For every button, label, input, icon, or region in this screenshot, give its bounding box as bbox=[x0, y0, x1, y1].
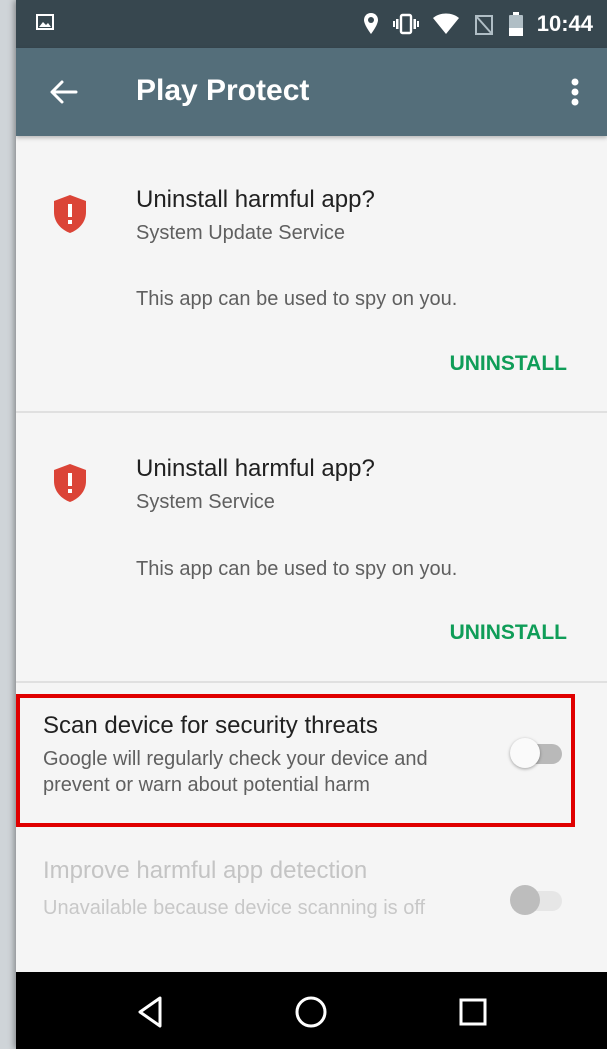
improve-toggle bbox=[510, 885, 564, 915]
more-vert-icon[interactable] bbox=[567, 74, 583, 110]
card-title: Uninstall harmful app? bbox=[136, 186, 375, 213]
nav-recents-icon[interactable] bbox=[453, 992, 493, 1032]
card-app-name: System Service bbox=[136, 491, 275, 513]
improve-setting-subtitle: Unavailable because device scanning is o… bbox=[43, 897, 426, 919]
scan-toggle[interactable] bbox=[510, 738, 564, 768]
wifi-icon bbox=[432, 13, 459, 34]
battery-icon bbox=[508, 12, 523, 36]
status-bar: 10:44 bbox=[16, 0, 607, 48]
uninstall-button[interactable]: UNINSTALL bbox=[450, 621, 567, 645]
scan-device-setting[interactable]: Scan device for security threats Google … bbox=[16, 696, 607, 826]
nav-home-icon[interactable] bbox=[291, 992, 331, 1032]
scan-setting-title: Scan device for security threats bbox=[43, 712, 378, 739]
page-title: Play Protect bbox=[136, 74, 310, 107]
card-description: This app can be used to spy on you. bbox=[136, 558, 458, 580]
shield-alert-icon bbox=[54, 195, 86, 233]
scan-setting-subtitle: Google will regularly check your device … bbox=[43, 748, 428, 796]
card-description: This app can be used to spy on you. bbox=[136, 288, 458, 310]
improve-detection-setting: Improve harmful app detection Unavailabl… bbox=[16, 845, 607, 965]
vibrate-icon bbox=[392, 13, 419, 35]
phone-screen: 10:44 Play Protect Uninstall harmful app… bbox=[16, 0, 607, 1049]
app-bar: Play Protect bbox=[16, 48, 607, 136]
content-area: Uninstall harmful app? System Update Ser… bbox=[16, 136, 607, 683]
shield-alert-icon bbox=[54, 464, 86, 502]
back-arrow-icon[interactable] bbox=[48, 76, 80, 108]
card-title: Uninstall harmful app? bbox=[136, 455, 375, 482]
location-icon bbox=[363, 13, 378, 34]
improve-setting-title: Improve harmful app detection bbox=[43, 857, 368, 884]
no-sim-icon bbox=[474, 15, 493, 35]
harmful-app-card: Uninstall harmful app? System Update Ser… bbox=[16, 136, 607, 413]
card-app-name: System Update Service bbox=[136, 222, 345, 244]
nav-back-icon[interactable] bbox=[130, 992, 170, 1032]
clock: 10:44 bbox=[536, 11, 593, 36]
harmful-app-card: Uninstall harmful app? System Service Th… bbox=[16, 413, 607, 683]
image-icon bbox=[36, 14, 54, 30]
uninstall-button[interactable]: UNINSTALL bbox=[450, 352, 567, 376]
navigation-bar bbox=[16, 972, 607, 1049]
